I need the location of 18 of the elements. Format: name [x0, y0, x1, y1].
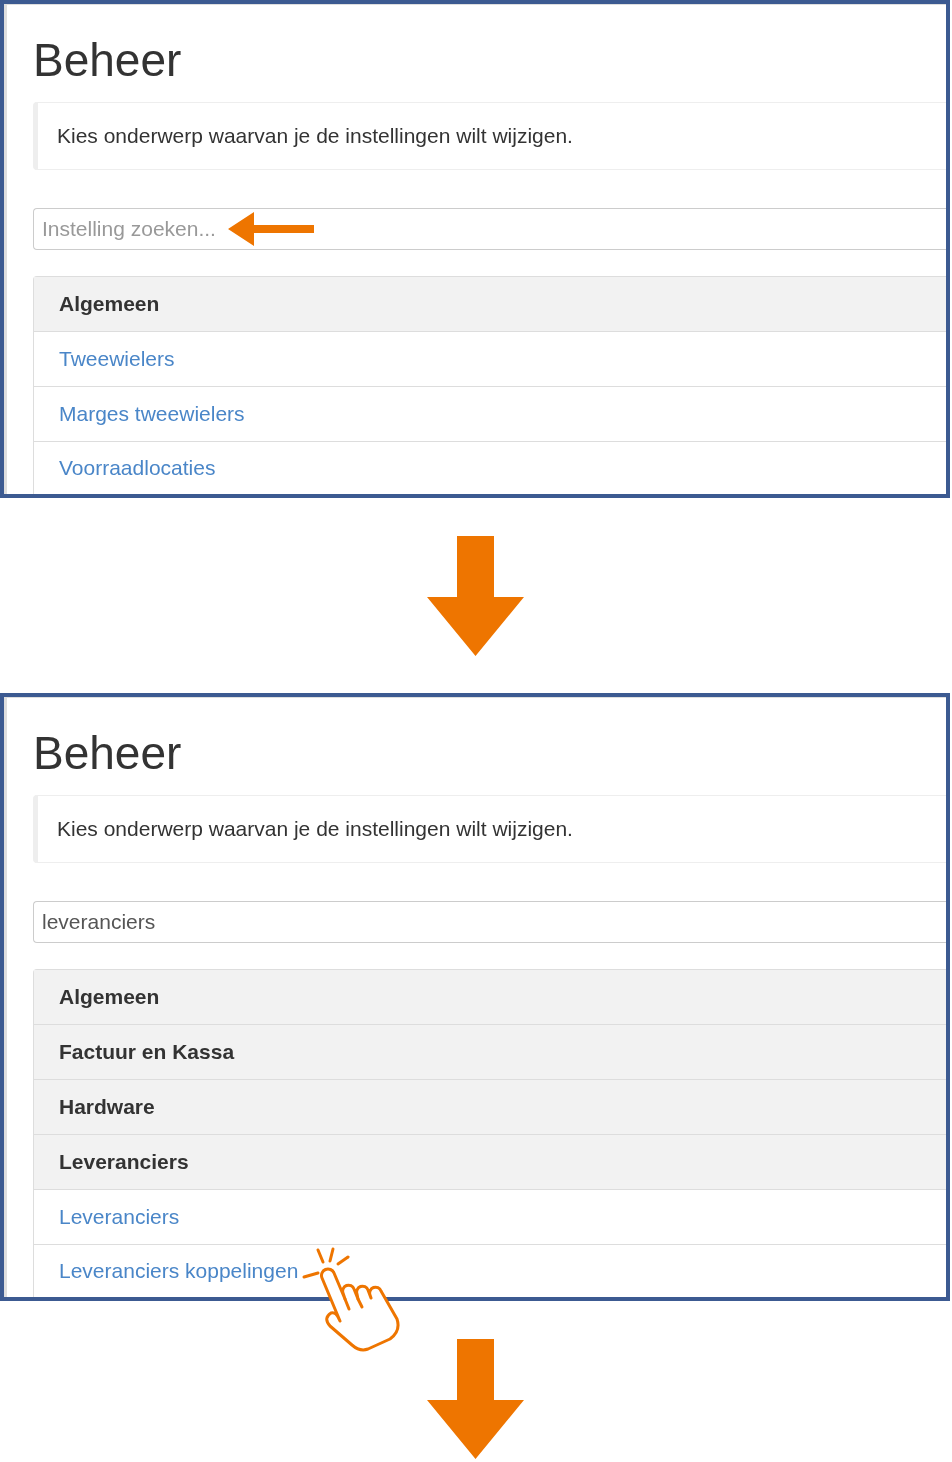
- settings-link[interactable]: Voorraadlocaties: [59, 452, 216, 484]
- settings-link[interactable]: Leveranciers: [59, 1201, 180, 1233]
- section-header: Algemeen: [34, 277, 946, 332]
- down-arrow-icon: [426, 536, 524, 656]
- down-arrow-icon: [426, 1339, 524, 1459]
- settings-link[interactable]: Leveranciers koppelingen: [59, 1255, 299, 1287]
- page-title: Beheer: [33, 730, 183, 776]
- section-header: Factuur en Kassa: [34, 1025, 946, 1080]
- section-header: Hardware: [34, 1080, 946, 1135]
- search-field[interactable]: Instelling zoeken...: [33, 208, 946, 250]
- info-box: Kies onderwerp waarvan je de instellingen wilt wijzigen.: [33, 795, 946, 863]
- section-header: Leveranciers: [34, 1135, 946, 1190]
- info-box: Kies onderwerp waarvan je de instellingen wilt wijzigen.: [33, 102, 946, 170]
- search-field[interactable]: leveranciers: [33, 901, 946, 943]
- section-header: Algemeen: [34, 970, 946, 1025]
- settings-link[interactable]: Tweewielers: [59, 343, 175, 375]
- settings-link[interactable]: Marges tweewielers: [59, 398, 245, 430]
- page-title: Beheer: [33, 37, 183, 83]
